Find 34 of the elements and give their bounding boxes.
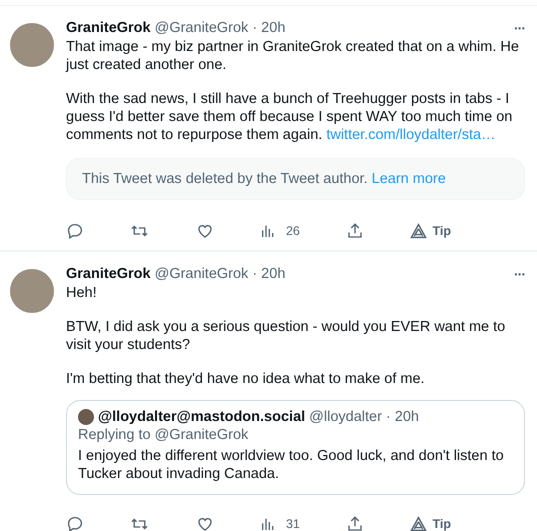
heart-icon[interactable] xyxy=(196,515,214,531)
avatar-photo-placeholder xyxy=(78,409,94,425)
triangle-icon xyxy=(410,516,428,531)
tweet-text: Heh! xyxy=(66,284,98,302)
more-menu-button[interactable]: ··· xyxy=(514,266,525,282)
tweet-text: That image - my biz partner in GraniteGrok created that on a whim. He just created another one. xyxy=(66,38,520,74)
author-name[interactable]: GraniteGrok xyxy=(66,20,151,36)
tweet-text: With the sad news, I still have a bunch of Treehugger posts in tabs - I guess I'd better save them off because I spent WAY too much time on comments not to repurpose them again. twitter.com/lloydalter/sta… xyxy=(66,90,514,144)
author-handle-time: @lloydalter · 20h xyxy=(309,409,419,425)
author-handle-time: @GraniteGrok · 20h xyxy=(154,266,286,282)
tweet-text: BTW, I did ask you a serious question - would you EVER want me to visit your students? xyxy=(66,318,506,354)
author-name[interactable]: GraniteGrok xyxy=(66,266,151,282)
heart-icon[interactable] xyxy=(196,222,214,240)
avatar-photo-placeholder xyxy=(10,23,54,67)
quoted-tweet-card[interactable]: @lloydalter@mastodon.social @lloydalter · 20h Replying to @GraniteGrok I enjoyed the different worldview too. Good luck, and don't listen to Tucker about invading Canada. xyxy=(66,400,525,495)
author-name: @lloydalter@mastodon.social xyxy=(98,409,306,425)
replying-to-text: Replying to @GraniteGrok xyxy=(78,427,250,443)
bar-chart-icon[interactable] xyxy=(260,516,276,531)
share-icon[interactable] xyxy=(346,515,364,531)
triangle-icon xyxy=(410,223,428,239)
bar-chart-icon[interactable] xyxy=(260,223,276,239)
view-count: 31 xyxy=(286,517,300,531)
reply-icon[interactable] xyxy=(66,222,84,240)
tip-button[interactable]: Tip xyxy=(410,223,451,239)
share-icon[interactable] xyxy=(346,222,364,240)
tweet-text: I'm betting that they'd have no idea what to make of me. xyxy=(66,370,426,388)
author-handle-time: @GraniteGrok · 20h xyxy=(154,20,286,36)
deleted-notice-text: This Tweet was deleted by the Tweet author. xyxy=(82,171,368,187)
reply-icon[interactable] xyxy=(66,515,84,531)
view-count: 26 xyxy=(286,224,300,238)
quoted-tweet-text: I enjoyed the different worldview too. Good luck, and don't listen to Tucker about invading Canada. xyxy=(78,447,505,483)
avatar-photo-placeholder xyxy=(10,269,54,313)
more-menu-button[interactable]: ··· xyxy=(514,20,525,36)
tip-button[interactable]: Tip xyxy=(410,516,451,531)
